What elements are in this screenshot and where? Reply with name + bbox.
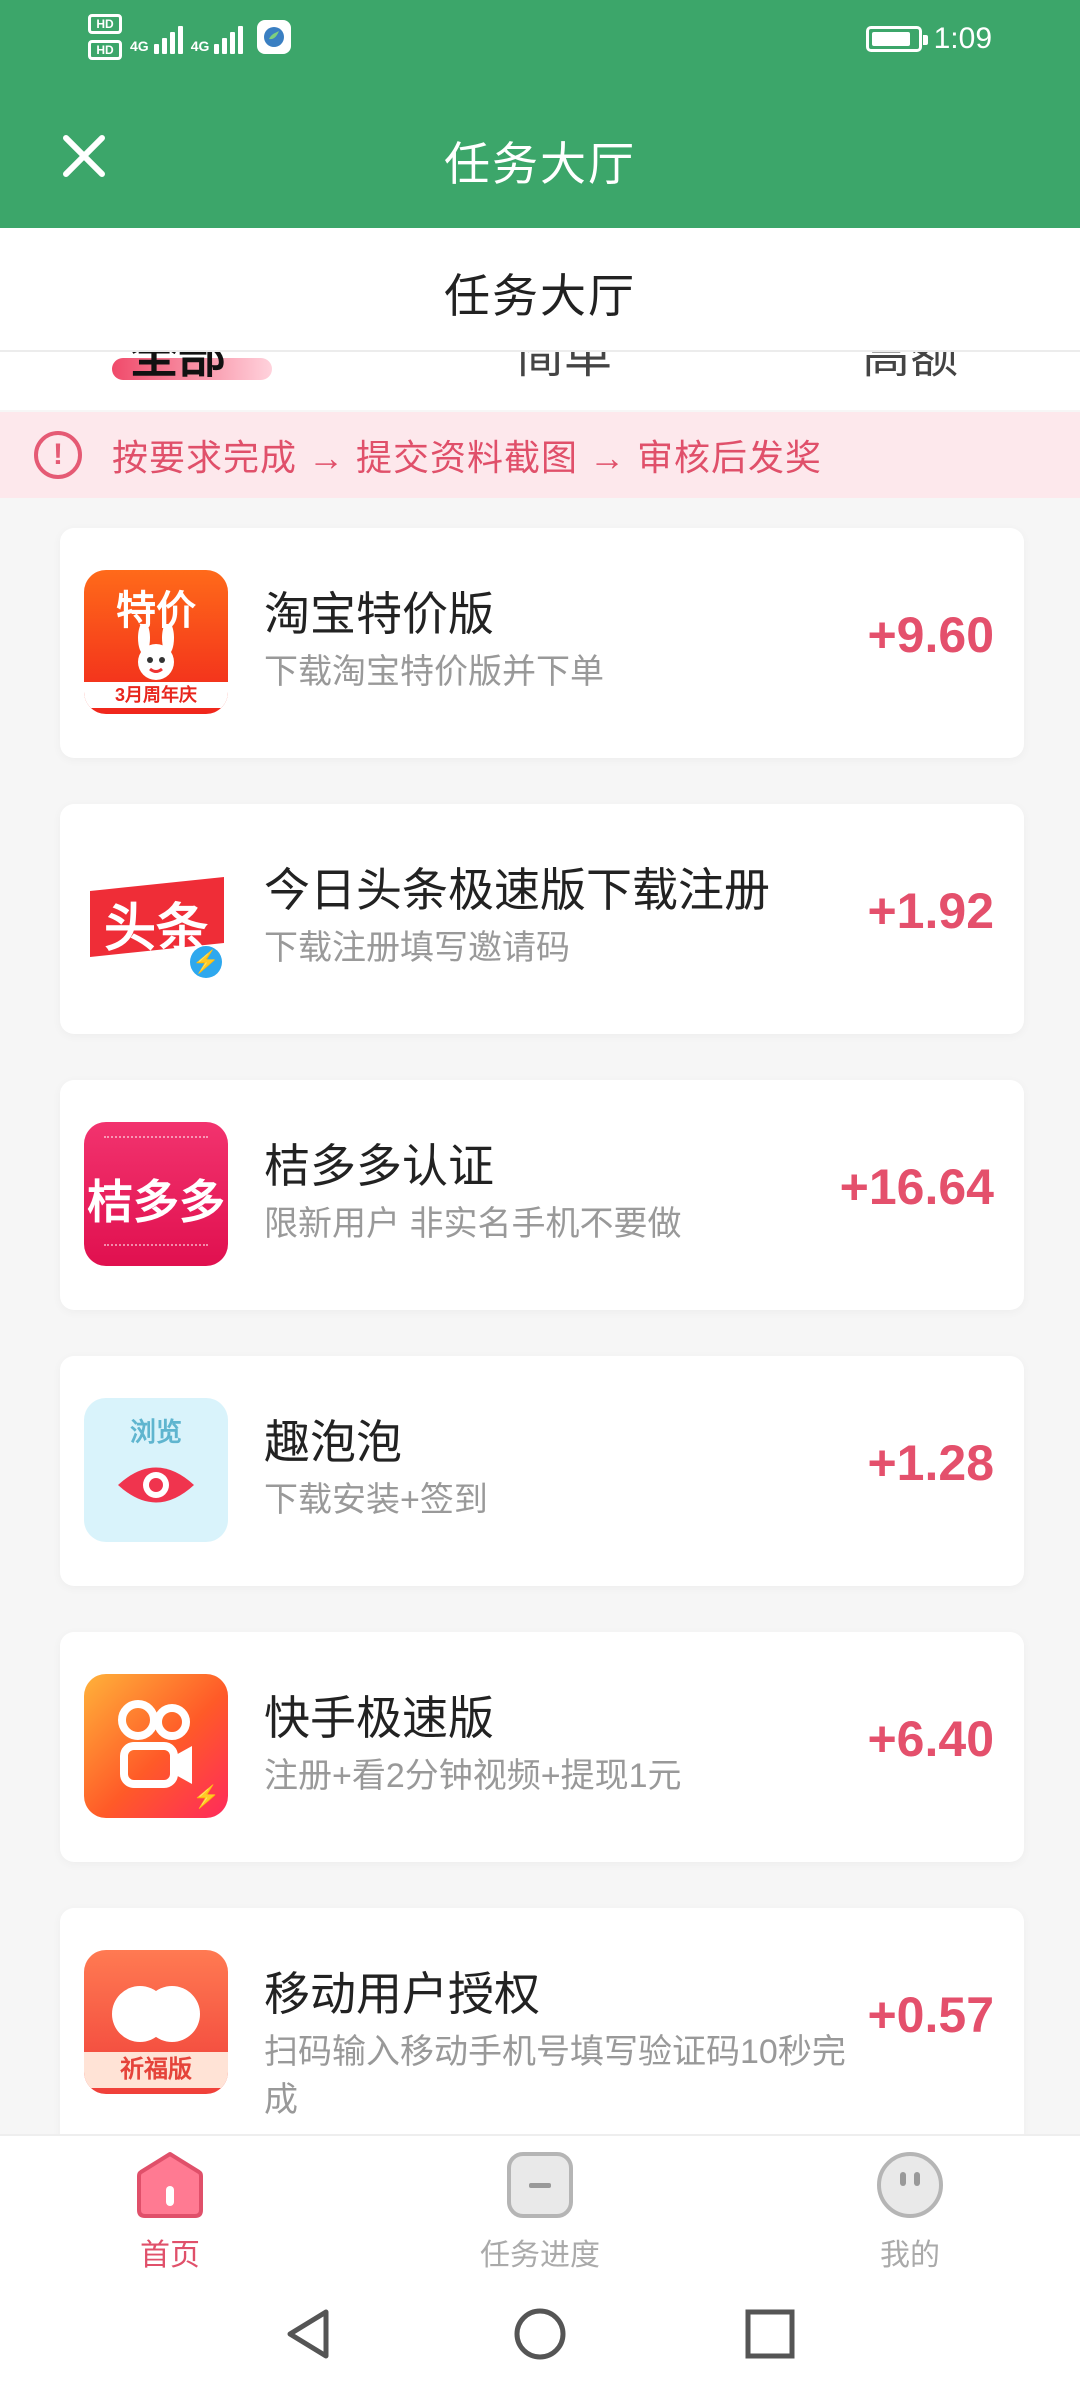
hd-badge: HD: [88, 40, 122, 60]
back-triangle-icon[interactable]: [278, 2304, 338, 2364]
task-desc: 下载安装+签到: [264, 1481, 488, 1519]
task-card[interactable]: 头条 ⚡ 今日头条极速版下载注册 下载注册填写邀请码 +1.92: [60, 804, 1024, 1034]
profile-face-icon: [877, 2152, 943, 2218]
task-name: 桔多多认证: [264, 1140, 494, 1192]
home-icon: [137, 2152, 203, 2218]
nav-profile[interactable]: 我的: [810, 2150, 1010, 2274]
qifu-icon: 祈福版: [84, 1950, 228, 2094]
juduoduo-icon: 桔多多: [84, 1122, 228, 1266]
network-type: 4G: [130, 38, 149, 54]
task-name: 今日头条极速版下载注册: [264, 864, 770, 916]
task-card[interactable]: 浏览 趣泡泡 下载安装+签到 +1.28: [60, 1356, 1024, 1586]
task-card[interactable]: 桔多多 桔多多认证 限新用户 非实名手机不要做 +16.64: [60, 1080, 1024, 1310]
notice-text: 按要求完成 → 提交资料截图 → 审核后发奖: [112, 437, 823, 478]
qupaopao-icon: 浏览: [84, 1398, 228, 1542]
page-title: 任务大厅: [444, 138, 636, 190]
battery-icon: [865, 26, 928, 52]
home-circle-icon[interactable]: [510, 2304, 570, 2364]
nav-label: 我的: [880, 2239, 940, 2272]
tab-simple[interactable]: 简单: [516, 352, 612, 386]
task-name: 趣泡泡: [264, 1416, 402, 1468]
task-progress-icon: [507, 2152, 573, 2218]
task-name: 淘宝特价版: [264, 588, 494, 640]
tab-high-reward[interactable]: 高额: [862, 352, 958, 386]
task-desc: 限新用户 非实名手机不要做: [264, 1205, 682, 1243]
hd-badges: HD HD: [88, 14, 122, 60]
exclamation-circle-icon: !: [34, 431, 82, 479]
task-list: 特价 3月周年庆 淘宝特价版 下载淘宝特价版并下单 +9.60 头条 ⚡ 今日头…: [0, 498, 1080, 2138]
tab-all[interactable]: 全部: [130, 352, 226, 386]
sub-header-title: 任务大厅: [444, 270, 636, 322]
task-reward: +9.60: [867, 607, 994, 663]
status-bar: HD HD 4G 4G 1:09: [0, 0, 1080, 80]
signal-strength-icon: 4G: [130, 20, 183, 54]
header: 任务大厅: [0, 100, 1080, 220]
sub-header: 任务大厅: [0, 228, 1080, 352]
notification-app-icon: [257, 20, 292, 54]
eye-icon: [118, 1467, 194, 1503]
nav-label: 首页: [140, 2239, 200, 2272]
signal-strength-icon: 4G: [191, 20, 244, 54]
nav-task-progress[interactable]: 任务进度: [440, 2150, 640, 2274]
task-reward: +0.57: [867, 1987, 994, 2043]
status-left: HD HD 4G 4G: [88, 14, 292, 60]
status-right: 1:09: [865, 22, 992, 56]
notice-bar: ! 按要求完成 → 提交资料截图 → 审核后发奖: [0, 412, 1080, 498]
nav-home[interactable]: 首页: [70, 2150, 270, 2274]
filter-tabs: 全部 简单 高额: [0, 352, 1080, 410]
task-desc: 扫码输入移动手机号填写验证码10秒完成: [264, 2033, 846, 2119]
task-card[interactable]: 特价 3月周年庆 淘宝特价版 下载淘宝特价版并下单 +9.60: [60, 528, 1024, 758]
taobao-tejia-icon: 特价 3月周年庆: [84, 570, 228, 714]
nav-label: 任务进度: [480, 2239, 600, 2272]
task-name: 移动用户授权: [264, 1968, 540, 2020]
recents-square-icon[interactable]: [740, 2304, 800, 2364]
system-nav-bar: [0, 2274, 1080, 2400]
clock: 1:09: [933, 22, 992, 55]
task-desc: 注册+看2分钟视频+提现1元: [264, 1757, 682, 1795]
task-name: 快手极速版: [264, 1692, 494, 1744]
task-desc: 下载淘宝特价版并下单: [264, 653, 604, 691]
hd-badge: HD: [88, 14, 122, 34]
network-type: 4G: [190, 38, 210, 54]
task-reward: +1.92: [867, 883, 994, 939]
task-hall-screen: HD HD 4G 4G 1:09 任务大厅 任务大厅 全部 简单 高额 ! 按要…: [0, 0, 1080, 2400]
task-reward: +6.40: [867, 1711, 994, 1767]
task-card[interactable]: 祈福版 移动用户授权 扫码输入移动手机号填写验证码10秒完成 +0.57: [60, 1908, 1024, 2138]
bottom-nav: 首页 任务进度 我的: [0, 2134, 1080, 2274]
kuaishou-icon: ⚡: [84, 1674, 228, 1818]
toutiao-icon: 头条 ⚡: [84, 846, 228, 990]
task-reward: +1.28: [867, 1435, 994, 1491]
task-reward: +16.64: [839, 1159, 994, 1215]
top-app-bar: HD HD 4G 4G 1:09 任务大厅: [0, 0, 1080, 228]
task-card[interactable]: ⚡ 快手极速版 注册+看2分钟视频+提现1元 +6.40: [60, 1632, 1024, 1862]
task-desc: 下载注册填写邀请码: [264, 929, 570, 967]
